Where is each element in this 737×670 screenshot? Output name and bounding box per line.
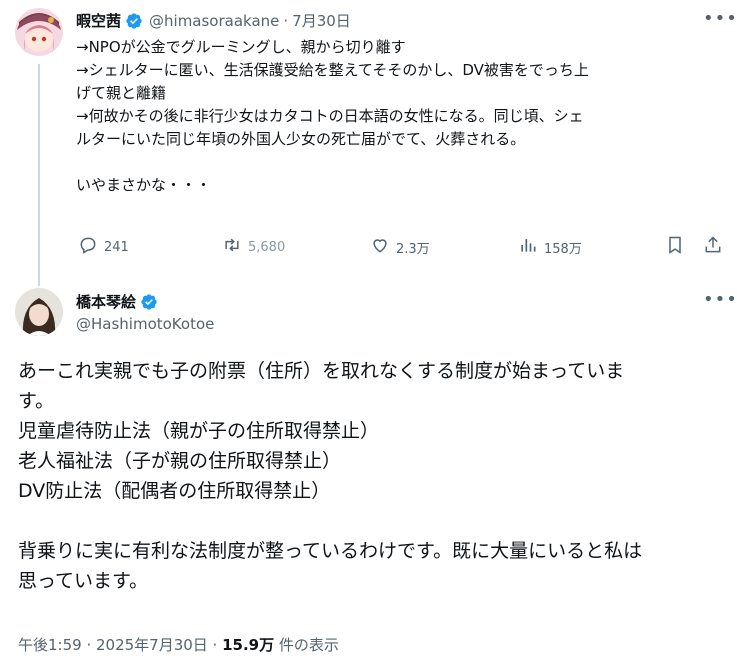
thread-connector-line	[38, 64, 40, 286]
verified-badge-icon	[125, 12, 143, 30]
tweet2-header: 橋本琴絵	[76, 291, 158, 312]
heart-icon	[370, 235, 390, 259]
avatar-hashimotokotoe[interactable]	[15, 288, 63, 336]
display-name[interactable]: 暇空茜	[76, 10, 121, 31]
tweet-metadata: 午後1:59 · 2025年7月30日 · 15.9万 件の表示	[18, 634, 339, 655]
share-icon[interactable]	[703, 235, 723, 255]
tweet1-body: →NPOが公金でグルーミングし、親から切り離す →シェルターに匿い、生活保護受給…	[76, 38, 589, 194]
like-count: 2.3万	[396, 241, 430, 257]
timestamp[interactable]: 午後1:59 · 2025年7月30日 ·	[18, 636, 222, 654]
handle[interactable]: @HashimotoKotoe	[76, 315, 214, 333]
reply-count: 241	[104, 239, 129, 255]
bookmark-icon[interactable]	[665, 235, 685, 255]
avatar-illustration	[15, 8, 63, 56]
tweet2-body: あーこれ実親でも子の附票（住所）を取れなくする制度が始まっていま す。 児童虐待…	[18, 360, 643, 592]
views-action[interactable]: 158万	[518, 235, 582, 259]
views-label: 件の表示	[274, 636, 339, 654]
retweet-icon	[222, 235, 242, 259]
retweet-count: 5,680	[248, 239, 286, 255]
reply-action[interactable]: 241	[78, 235, 129, 259]
display-name[interactable]: 橋本琴絵	[76, 291, 136, 312]
analytics-bar-icon	[518, 235, 538, 259]
separator-dot: ·	[283, 11, 289, 30]
more-options-icon[interactable]: •••	[703, 289, 737, 310]
handle[interactable]: @himasoraakane	[149, 12, 279, 30]
retweet-action[interactable]: 5,680	[222, 235, 285, 259]
verified-badge-icon	[140, 293, 158, 311]
view-count: 158万	[544, 241, 582, 257]
avatar-himasoraakane[interactable]	[15, 8, 63, 56]
views-count: 15.9万	[222, 636, 275, 654]
avatar-photo	[15, 288, 63, 336]
tweet1-header: 暇空茜 @himasoraakane · 7月30日	[76, 10, 351, 31]
reply-icon	[78, 235, 98, 259]
more-options-icon[interactable]: •••	[703, 8, 737, 29]
like-action[interactable]: 2.3万	[370, 235, 430, 259]
tweet-date[interactable]: 7月30日	[292, 10, 351, 31]
